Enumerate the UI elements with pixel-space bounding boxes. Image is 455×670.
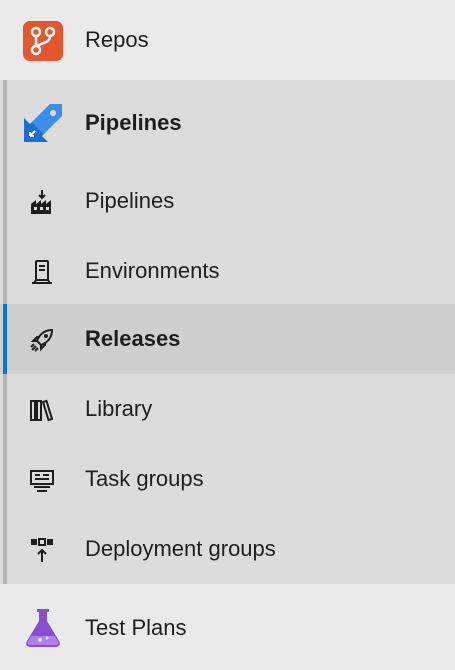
nav-item-test-plans[interactable]: Test Plans bbox=[0, 584, 455, 670]
project-navigation: Repos Pipelines Pipelines Environments R… bbox=[0, 0, 455, 670]
nav-item-repos[interactable]: Repos bbox=[0, 0, 455, 80]
selected-indicator bbox=[3, 304, 7, 374]
deployment-groups-icon bbox=[28, 536, 56, 564]
nav-item-label: Repos bbox=[85, 27, 149, 52]
nav-item-task-groups[interactable]: Task groups bbox=[0, 444, 455, 514]
nav-item-label: Deployment groups bbox=[85, 536, 276, 561]
pipelines-service-icon bbox=[20, 100, 66, 146]
library-books-icon bbox=[28, 396, 56, 424]
nav-item-label: Test Plans bbox=[85, 615, 187, 640]
nav-item-releases[interactable]: Releases bbox=[0, 304, 455, 374]
test-plans-flask-icon bbox=[22, 606, 64, 648]
task-groups-icon bbox=[28, 466, 56, 494]
nav-item-label: Task groups bbox=[85, 466, 204, 491]
releases-rocket-icon bbox=[28, 326, 56, 354]
nav-item-library[interactable]: Library bbox=[0, 374, 455, 444]
nav-item-label: Library bbox=[85, 396, 153, 421]
nav-item-label: Pipelines bbox=[85, 188, 175, 213]
nav-item-environments[interactable]: Environments bbox=[0, 236, 455, 306]
pipelines-factory-icon bbox=[28, 188, 56, 216]
nav-item-pipelines[interactable]: Pipelines bbox=[0, 166, 455, 236]
nav-item-label: Releases bbox=[85, 326, 181, 351]
nav-item-pipelines-group[interactable]: Pipelines bbox=[0, 80, 455, 166]
nav-item-label: Pipelines bbox=[85, 110, 182, 135]
nav-item-label: Environments bbox=[85, 258, 220, 283]
repos-icon bbox=[22, 20, 64, 62]
nav-item-deployment-groups[interactable]: Deployment groups bbox=[0, 514, 455, 584]
environments-server-icon bbox=[28, 258, 56, 286]
